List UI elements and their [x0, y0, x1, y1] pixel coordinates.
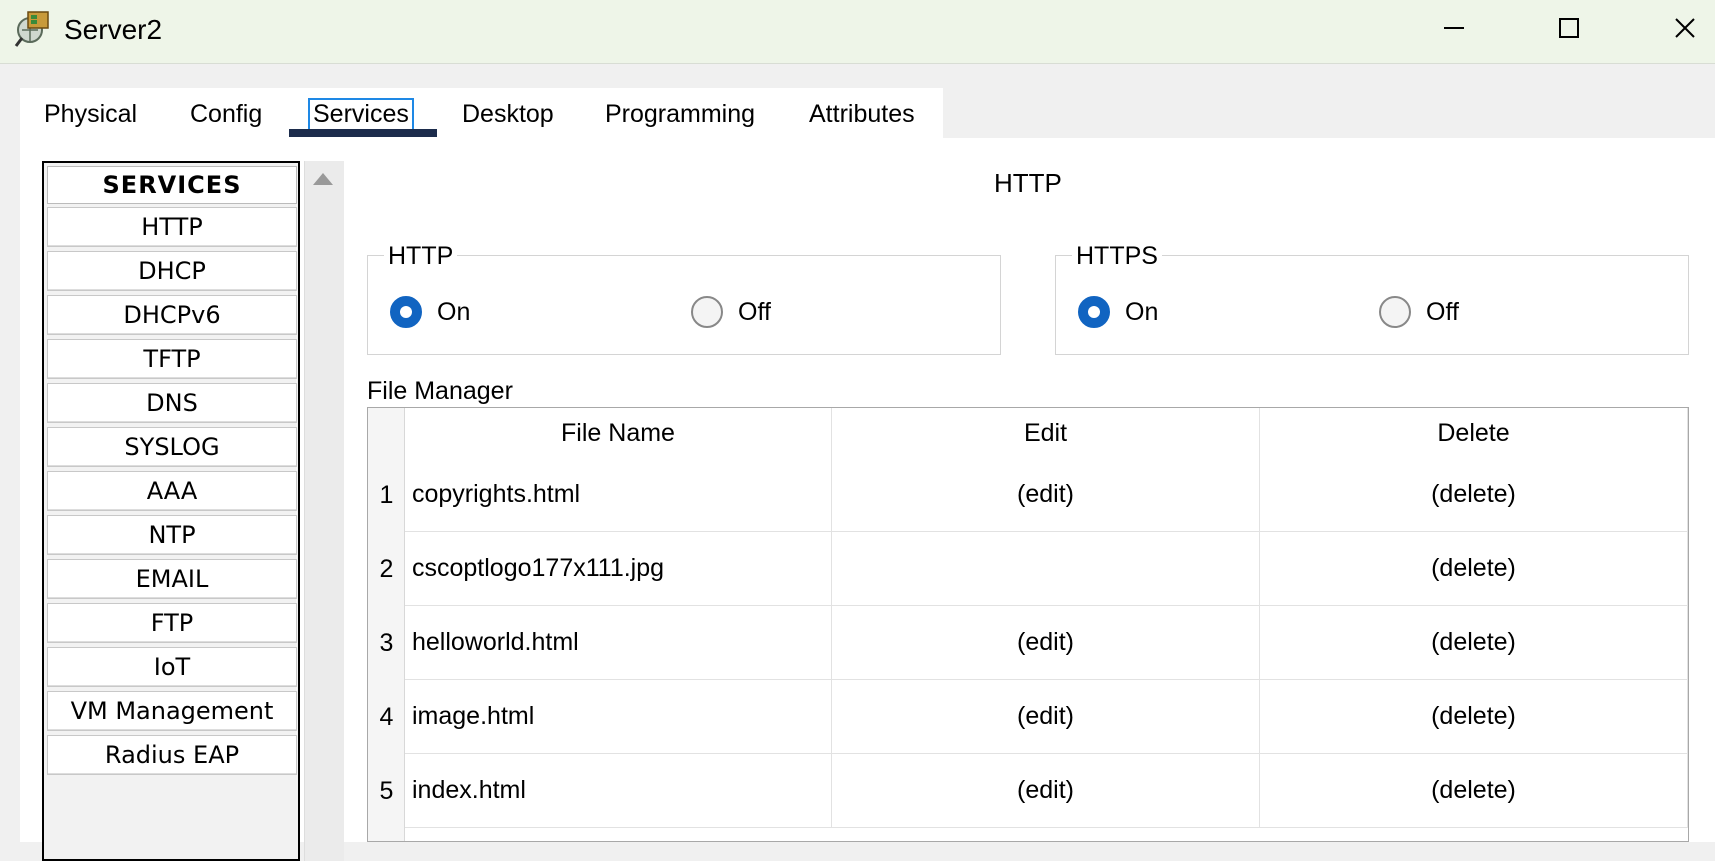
- service-radius-eap-button[interactable]: Radius EAP: [47, 735, 297, 775]
- active-tab-indicator: [289, 129, 437, 137]
- edit-link[interactable]: (edit): [832, 458, 1260, 532]
- row-number: 4: [379, 702, 394, 731]
- delete-link[interactable]: (delete): [1260, 680, 1688, 754]
- delete-link[interactable]: (delete): [1260, 458, 1688, 532]
- tab-attributes[interactable]: Attributes: [807, 98, 917, 134]
- https-off-radio[interactable]: [1379, 296, 1411, 328]
- section-title: HTTP: [994, 168, 1062, 198]
- server-globe-icon: [12, 8, 52, 48]
- delete-link[interactable]: (delete): [1260, 606, 1688, 680]
- row-number: 3: [379, 628, 394, 657]
- file-name-cell[interactable]: image.html: [405, 680, 832, 754]
- service-syslog-button[interactable]: SYSLOG: [47, 427, 297, 467]
- minimize-button[interactable]: [1426, 8, 1482, 48]
- delete-link[interactable]: (delete): [1260, 532, 1688, 606]
- close-icon: [1675, 18, 1695, 38]
- tab-physical[interactable]: Physical: [42, 98, 139, 134]
- http-legend: HTTP: [384, 242, 458, 271]
- https-on-radio[interactable]: [1078, 296, 1110, 328]
- https-on-label[interactable]: On: [1125, 296, 1158, 328]
- service-tftp-button[interactable]: TFTP: [47, 339, 297, 379]
- service-iot-button[interactable]: IoT: [47, 647, 297, 687]
- title-bar: Server2: [0, 0, 1715, 64]
- row-number: 1: [379, 480, 394, 509]
- service-dns-button[interactable]: DNS: [47, 383, 297, 423]
- edit-link[interactable]: (edit): [832, 680, 1260, 754]
- http-on-label[interactable]: On: [437, 296, 470, 328]
- edit-link[interactable]: (edit): [832, 754, 1260, 828]
- http-group: HTTP On Off: [367, 242, 1001, 355]
- tab-strip: Physical Config Services Desktop Program…: [20, 88, 943, 138]
- https-legend: HTTPS: [1072, 242, 1162, 271]
- file-name-cell[interactable]: helloworld.html: [405, 606, 832, 680]
- service-ntp-button[interactable]: NTP: [47, 515, 297, 555]
- close-button[interactable]: [1657, 8, 1713, 48]
- service-dhcp-button[interactable]: DHCP: [47, 251, 297, 291]
- service-http-button[interactable]: HTTP: [47, 207, 297, 247]
- file-name-cell[interactable]: index.html: [405, 754, 832, 828]
- column-header-delete[interactable]: Delete: [1260, 408, 1688, 458]
- edit-link[interactable]: (edit): [832, 606, 1260, 680]
- file-manager-table: File Name Edit Delete 1 copyrights.html …: [367, 407, 1689, 842]
- services-scrollbar[interactable]: [304, 161, 344, 861]
- file-manager-label: File Manager: [367, 377, 513, 405]
- maximize-icon: [1559, 18, 1579, 38]
- http-off-radio[interactable]: [691, 296, 723, 328]
- services-header: SERVICES: [47, 166, 297, 204]
- service-aaa-button[interactable]: AAA: [47, 471, 297, 511]
- service-dhcpv6-button[interactable]: DHCPv6: [47, 295, 297, 335]
- tab-desktop[interactable]: Desktop: [460, 98, 556, 134]
- row-number: 5: [379, 776, 394, 805]
- column-header-file-name[interactable]: File Name: [405, 408, 832, 458]
- http-on-radio[interactable]: [390, 296, 422, 328]
- scroll-up-arrow-icon[interactable]: [313, 173, 333, 185]
- service-vm-management-button[interactable]: VM Management: [47, 691, 297, 731]
- maximize-button[interactable]: [1541, 8, 1597, 48]
- file-name-cell[interactable]: cscoptlogo177x111.jpg: [405, 532, 832, 606]
- http-off-label[interactable]: Off: [738, 296, 771, 328]
- column-header-edit[interactable]: Edit: [832, 408, 1260, 458]
- edit-cell-empty: [832, 532, 1260, 606]
- file-name-cell[interactable]: copyrights.html: [405, 458, 832, 532]
- https-off-label[interactable]: Off: [1426, 296, 1459, 328]
- minimize-icon: [1444, 27, 1464, 29]
- row-number: 2: [379, 554, 394, 583]
- https-group: HTTPS On Off: [1055, 242, 1689, 355]
- delete-link[interactable]: (delete): [1260, 754, 1688, 828]
- service-ftp-button[interactable]: FTP: [47, 603, 297, 643]
- service-email-button[interactable]: EMAIL: [47, 559, 297, 599]
- services-list: SERVICES HTTP DHCP DHCPv6 TFTP DNS SYSLO…: [42, 161, 300, 861]
- tab-programming[interactable]: Programming: [603, 98, 757, 134]
- window-title: Server2: [64, 14, 163, 45]
- tab-config[interactable]: Config: [188, 98, 264, 134]
